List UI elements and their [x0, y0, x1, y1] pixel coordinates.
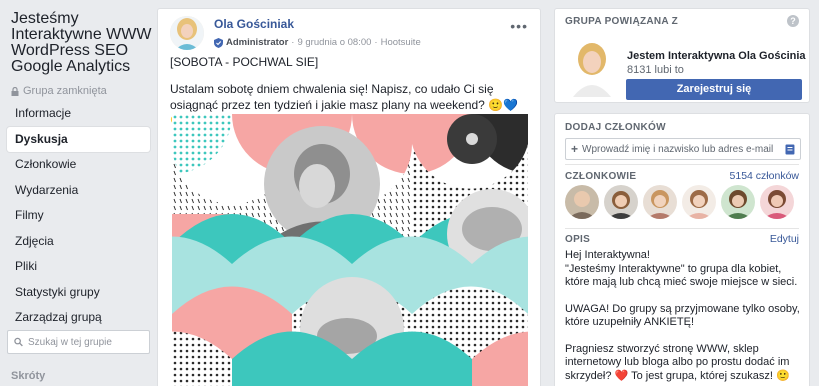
- plus-icon: +: [571, 142, 579, 156]
- divider: [565, 164, 799, 165]
- description-paragraph: Hej Interaktywna! "Jesteśmy Interaktywne…: [565, 249, 798, 288]
- post-image[interactable]: [172, 114, 528, 386]
- member-avatar[interactable]: [760, 185, 794, 219]
- group-search-input[interactable]: [28, 336, 143, 348]
- member-avatar[interactable]: [721, 185, 755, 219]
- related-heading: GRUPA POWIĄZANA Z: [565, 16, 679, 27]
- meta-separator: ·: [374, 37, 378, 48]
- author-role: Administrator: [226, 37, 289, 48]
- divider: [565, 228, 799, 229]
- related-page-likes: 8131 lubi to: [627, 64, 684, 76]
- member-avatar[interactable]: [604, 185, 638, 219]
- group-description: Hej Interaktywna! "Jesteśmy Interaktywne…: [565, 249, 805, 386]
- group-search[interactable]: [7, 330, 150, 354]
- nav-item-zdjecia[interactable]: Zdjęcia: [7, 229, 150, 254]
- nav-item-wydarzenia[interactable]: Wydarzenia: [7, 178, 150, 203]
- nav-item-statystyki[interactable]: Statystyki grupy: [7, 280, 150, 305]
- shortcuts-heading: Skróty: [11, 370, 46, 382]
- post-text-line1: [SOBOTA - POCHWAL SIE]: [170, 55, 319, 69]
- search-icon: [14, 337, 23, 347]
- group-nav: Informacje Dyskusja Członkowie Wydarzeni…: [7, 101, 150, 331]
- meta-separator: ·: [291, 37, 295, 48]
- members-heading: CZŁONKOWIE: [565, 171, 637, 182]
- group-title[interactable]: Jesteśmy Interaktywne WWW WordPress SEO …: [11, 11, 156, 75]
- member-avatars: [565, 185, 794, 219]
- nav-item-pliki[interactable]: Pliki: [7, 254, 150, 279]
- feed-post: Ola Gościniak Administrator · 9 grudnia …: [157, 8, 541, 386]
- description-heading: OPIS: [565, 234, 591, 245]
- member-avatar[interactable]: [643, 185, 677, 219]
- member-avatar[interactable]: [565, 185, 599, 219]
- member-avatar[interactable]: [682, 185, 716, 219]
- contact-card-icon[interactable]: [785, 144, 795, 155]
- add-members-heading: DODAJ CZŁONKÓW: [565, 122, 666, 133]
- related-page-card: GRUPA POWIĄZANA Z ? Jestem Interaktywna …: [554, 8, 810, 103]
- join-button[interactable]: Zarejestruj się: [626, 79, 802, 100]
- left-sidebar: Jesteśmy Interaktywne WWW WordPress SEO …: [0, 0, 157, 386]
- nav-item-informacje[interactable]: Informacje: [7, 101, 150, 126]
- nav-item-filmy[interactable]: Filmy: [7, 203, 150, 228]
- lock-icon: [11, 86, 19, 96]
- more-dots-icon[interactable]: •••: [510, 18, 528, 34]
- description-paragraph: UWAGA! Do grupy są przyjmowane tylko oso…: [565, 302, 800, 329]
- author-avatar[interactable]: [170, 16, 204, 50]
- post-via[interactable]: Hootsuite: [381, 37, 421, 48]
- post-date[interactable]: 9 grudnia o 08:00: [297, 37, 371, 48]
- related-page-name[interactable]: Jestem Interaktywna Ola Gościnia: [627, 50, 806, 62]
- nav-item-zarzadzaj[interactable]: Zarządzaj grupą: [7, 305, 150, 330]
- add-member-input[interactable]: [582, 143, 782, 155]
- post-author[interactable]: Ola Gościniak: [214, 17, 421, 31]
- edit-description-link[interactable]: Edytuj: [770, 233, 799, 245]
- post-meta: Administrator · 9 grudnia o 08:00 · Hoot…: [214, 37, 421, 48]
- add-member-field[interactable]: +: [565, 138, 801, 160]
- members-card: DODAJ CZŁONKÓW + CZŁONKOWIE 5154 członkó…: [554, 113, 810, 386]
- related-page-avatar[interactable]: [567, 39, 617, 97]
- help-icon[interactable]: ?: [787, 15, 799, 27]
- nav-item-czlonkowie[interactable]: Członkowie: [7, 152, 150, 177]
- post-header: Ola Gościniak Administrator · 9 grudnia …: [170, 16, 421, 50]
- nav-item-dyskusja[interactable]: Dyskusja: [7, 126, 150, 152]
- group-privacy: Grupa zamknięta: [11, 85, 107, 97]
- group-privacy-label: Grupa zamknięta: [23, 85, 107, 97]
- member-count-link[interactable]: 5154 członków: [730, 170, 799, 182]
- description-paragraph: Pragniesz stworzyć stronę WWW, sklep int…: [565, 342, 790, 382]
- admin-badge-icon: [214, 37, 223, 48]
